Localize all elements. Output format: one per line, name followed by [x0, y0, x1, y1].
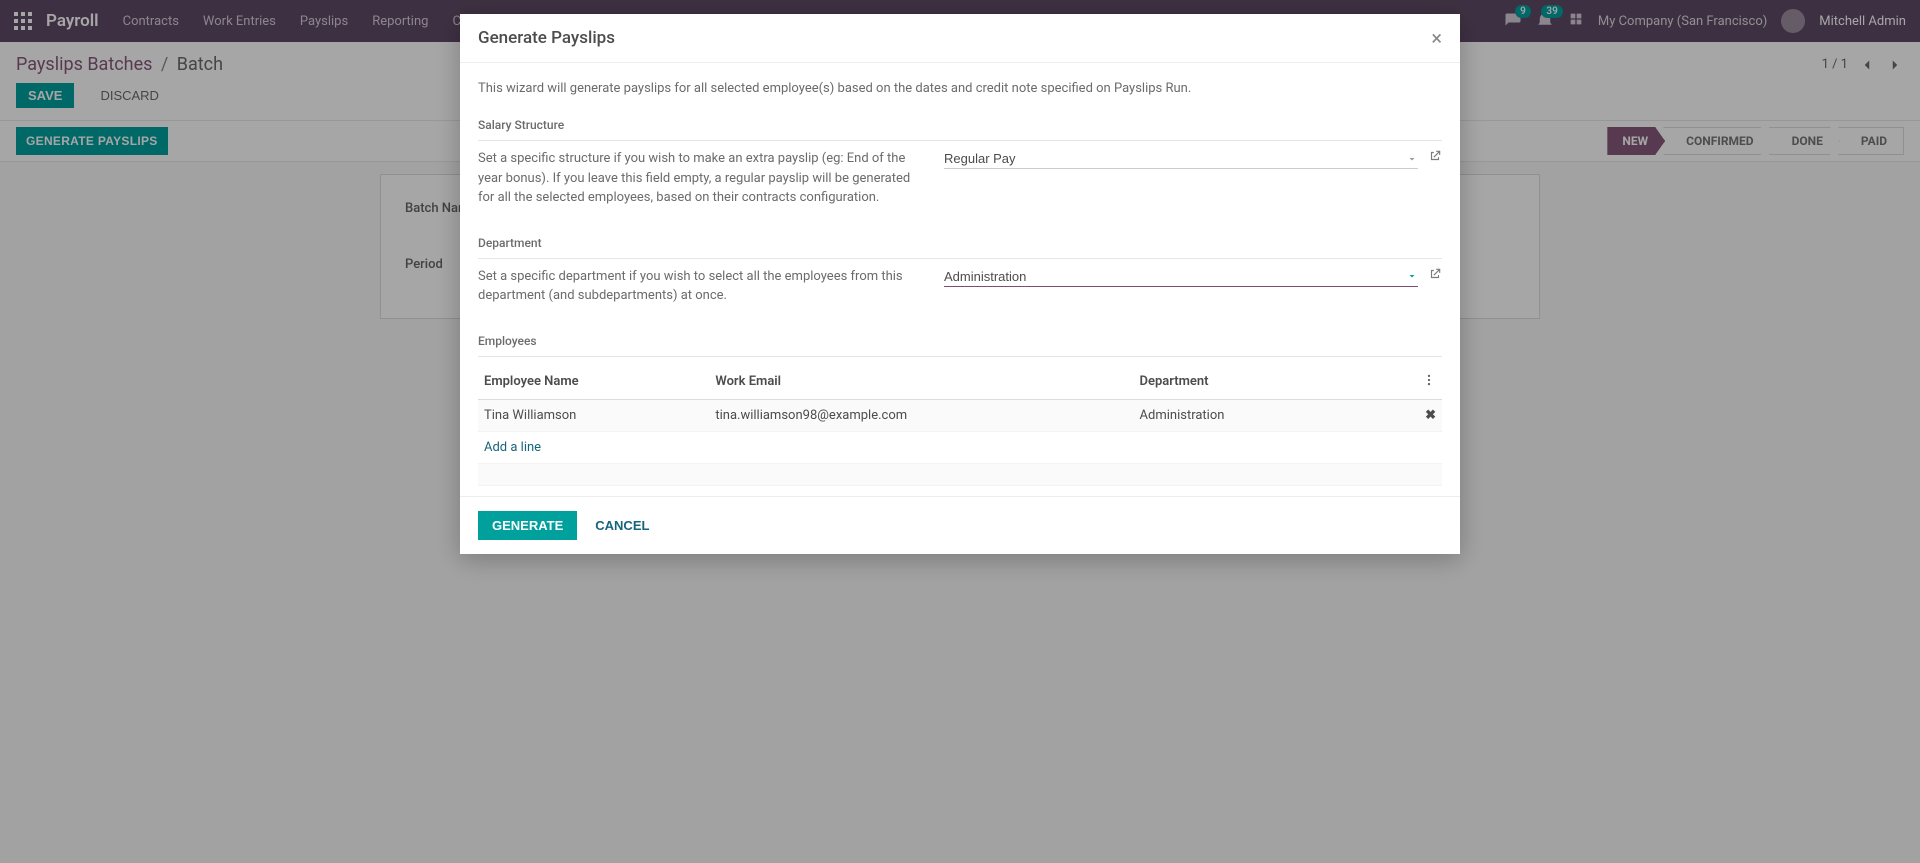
modal: Generate Payslips × This wizard will gen… [460, 14, 1460, 554]
col-work-email: Work Email [709, 365, 1133, 400]
salary-structure-label: Salary Structure [478, 118, 1442, 132]
cell-department: Administration [1134, 399, 1410, 431]
employees-table: Employee Name Work Email Department [478, 365, 1442, 486]
modal-header: Generate Payslips × [460, 14, 1460, 63]
generate-button[interactable]: GENERATE [478, 511, 577, 540]
department-help: Set a specific department if you wish to… [478, 267, 916, 306]
modal-overlay: Generate Payslips × This wizard will gen… [0, 0, 1920, 863]
kebab-icon[interactable] [1422, 373, 1436, 387]
external-link-icon[interactable] [1428, 267, 1442, 281]
cell-work-email: tina.williamson98@example.com [709, 399, 1133, 431]
modal-intro: This wizard will generate payslips for a… [478, 81, 1442, 96]
chevron-down-icon[interactable] [1406, 153, 1418, 165]
col-department: Department [1134, 365, 1410, 400]
salary-structure-row: Set a specific structure if you wish to … [478, 149, 1442, 208]
chevron-down-icon[interactable] [1406, 270, 1418, 282]
employees-section: Employees Employee Name Work Email Depar… [478, 334, 1442, 486]
employees-label: Employees [478, 334, 1442, 348]
add-line-link[interactable]: Add a line [484, 440, 541, 455]
modal-footer: GENERATE CANCEL [460, 496, 1460, 554]
cancel-button[interactable]: CANCEL [595, 511, 649, 540]
cell-employee-name: Tina Williamson [478, 399, 709, 431]
table-row[interactable]: Tina Williamson tina.williamson98@exampl… [478, 399, 1442, 431]
modal-body: This wizard will generate payslips for a… [460, 63, 1460, 496]
department-label: Department [478, 236, 1442, 250]
external-link-icon[interactable] [1428, 149, 1442, 163]
department-input[interactable] [944, 269, 1406, 284]
col-employee-name: Employee Name [478, 365, 709, 400]
department-field[interactable] [944, 267, 1418, 287]
remove-row-icon[interactable]: ✖ [1410, 399, 1442, 431]
salary-structure-input[interactable] [944, 151, 1406, 166]
department-row: Set a specific department if you wish to… [478, 267, 1442, 306]
close-icon[interactable]: × [1431, 28, 1442, 48]
modal-title: Generate Payslips [478, 28, 615, 48]
salary-structure-help: Set a specific structure if you wish to … [478, 149, 916, 208]
salary-structure-field[interactable] [944, 149, 1418, 169]
